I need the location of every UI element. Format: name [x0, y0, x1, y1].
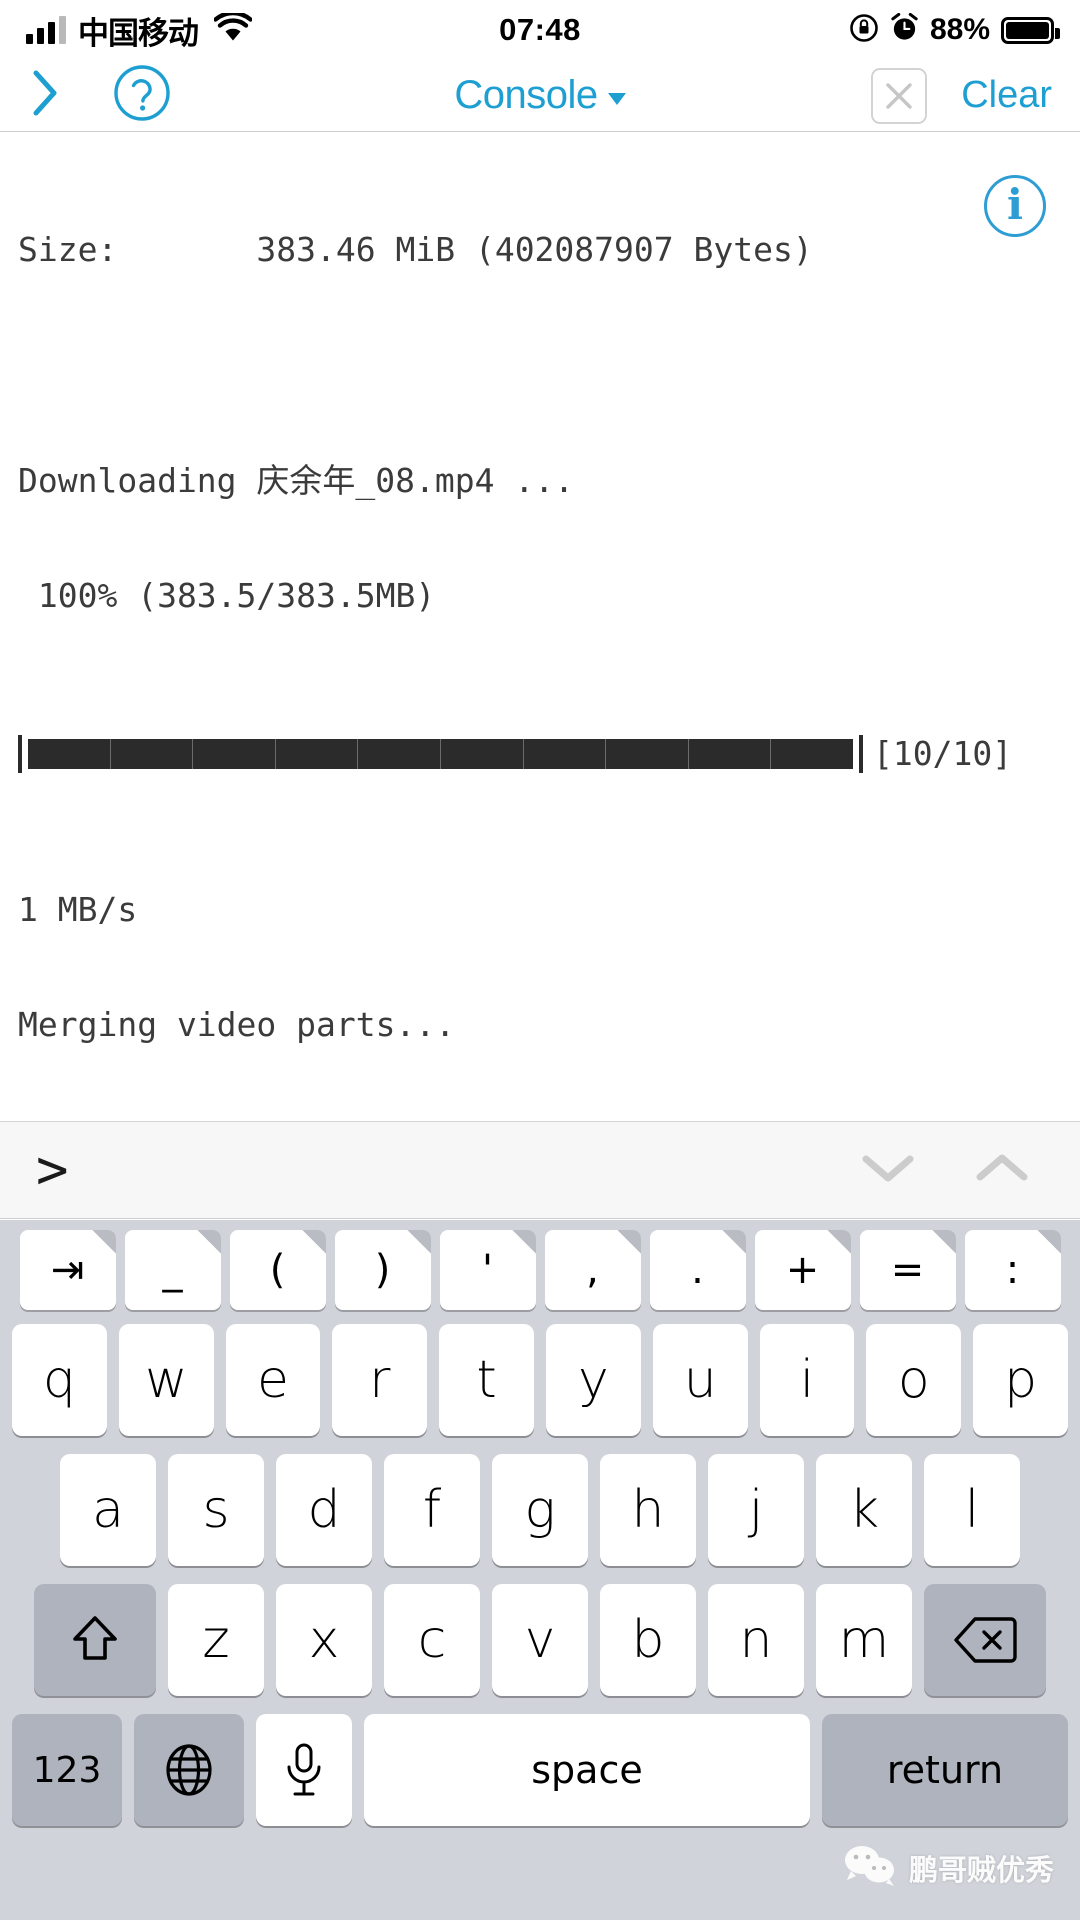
shift-arrow-icon[interactable]	[34, 1584, 156, 1696]
keyboard-row-zxcv: z x c v b n m	[6, 1584, 1074, 1696]
key-z[interactable]: z	[168, 1584, 264, 1696]
progress-count-label: [10/10]	[873, 733, 1013, 773]
alarm-clock-icon	[890, 12, 919, 47]
key-n[interactable]: n	[708, 1584, 804, 1696]
backspace-delete-icon[interactable]	[924, 1584, 1046, 1696]
key-w[interactable]: w	[118, 1324, 214, 1436]
console-output[interactable]: i Size: 383.46 MiB (402087907 Bytes) Dow…	[0, 133, 1080, 1121]
key-k[interactable]: k	[816, 1454, 912, 1566]
clear-button[interactable]: Clear	[961, 74, 1052, 117]
progress-segments	[28, 739, 853, 769]
key-u[interactable]: u	[652, 1324, 748, 1436]
on-screen-keyboard[interactable]: ⇥ _ ( ) ' , . + = : q w e r t y u i o p …	[0, 1220, 1080, 1920]
console-lines: Size: 383.46 MiB (402087907 Bytes) Downl…	[18, 133, 1062, 1121]
key-t[interactable]: t	[439, 1324, 534, 1436]
key-c[interactable]: c	[384, 1584, 480, 1696]
key-apostrophe[interactable]: '	[439, 1230, 536, 1310]
key-e[interactable]: e	[225, 1324, 321, 1436]
key-return[interactable]: return	[822, 1714, 1068, 1826]
keyboard-symbol-row: ⇥ _ ( ) ' , . + = :	[6, 1230, 1074, 1310]
key-a[interactable]: a	[60, 1454, 156, 1566]
progress-cap-right	[859, 735, 863, 773]
key-q[interactable]: q	[12, 1324, 107, 1436]
key-j[interactable]: j	[708, 1454, 804, 1566]
status-bar-left: 中国移动	[26, 8, 253, 53]
keyboard-row-qwerty: q w e r t y u i o p	[6, 1324, 1074, 1436]
console-input-bar[interactable]: >	[0, 1121, 1080, 1219]
globe-language-icon[interactable]	[134, 1714, 244, 1826]
progress-fill	[28, 739, 853, 769]
key-h[interactable]: h	[600, 1454, 696, 1566]
key-o[interactable]: o	[866, 1324, 962, 1436]
key-period[interactable]: .	[649, 1230, 746, 1310]
key-l[interactable]: l	[924, 1454, 1020, 1566]
battery-icon	[1001, 16, 1060, 44]
info-circle-icon[interactable]: i	[984, 175, 1046, 237]
watermark-label: 鹏哥贼优秀	[908, 1852, 1054, 1887]
chevron-down-icon[interactable]	[860, 1151, 916, 1190]
battery-percent-label: 88%	[929, 13, 990, 46]
key-equals[interactable]: =	[859, 1230, 956, 1310]
key-g[interactable]: g	[492, 1454, 588, 1566]
progress-cap-left	[18, 735, 22, 773]
wifi-icon	[213, 10, 253, 48]
chevron-down-icon	[607, 92, 626, 105]
status-bar: 中国移动 07:48 88%	[0, 0, 1080, 60]
key-r[interactable]: r	[332, 1324, 428, 1436]
console-line-speed: 1 MB/s	[18, 889, 138, 929]
navigation-left-group	[28, 63, 172, 128]
page-title: Console	[454, 73, 598, 117]
download-progress-bar: [10/10]	[18, 733, 1062, 775]
key-underscore[interactable]: _	[124, 1230, 221, 1310]
chevron-up-icon[interactable]	[974, 1151, 1030, 1190]
key-plus[interactable]: +	[754, 1230, 851, 1310]
key-d[interactable]: d	[276, 1454, 372, 1566]
key-y[interactable]: y	[546, 1324, 641, 1436]
navigation-bar: Console Clear	[0, 60, 1080, 132]
key-comma[interactable]: ,	[544, 1230, 641, 1310]
chevron-right-icon[interactable]	[28, 67, 62, 124]
key-p[interactable]: p	[973, 1324, 1068, 1436]
keyboard-row-bottom: 123 space return	[6, 1714, 1074, 1826]
console-line-size: Size: 383.46 MiB (402087907 Bytes)	[18, 229, 813, 269]
key-i[interactable]: i	[759, 1324, 855, 1436]
key-numbers-toggle[interactable]: 123	[12, 1714, 122, 1826]
close-x-icon[interactable]	[871, 67, 928, 124]
console-line-percent: 100% (383.5/383.5MB)	[18, 576, 436, 615]
wechat-watermark: 鹏哥贼优秀	[843, 1843, 1054, 1892]
key-b[interactable]: b	[600, 1584, 696, 1696]
key-v[interactable]: v	[492, 1584, 588, 1696]
key-space[interactable]: space	[364, 1714, 810, 1826]
carrier-label: 中国移动	[78, 15, 199, 52]
key-m[interactable]: m	[816, 1584, 912, 1696]
microphone-icon[interactable]	[256, 1714, 352, 1826]
navigation-right-group: Clear	[871, 67, 1052, 124]
console-line-merging: Merging video parts...	[18, 1005, 456, 1044]
key-paren-close[interactable]: )	[334, 1230, 431, 1310]
keyboard-row-asdf: a s d f g h j k l	[6, 1454, 1074, 1566]
question-circle-icon[interactable]	[112, 63, 172, 128]
key-tab[interactable]: ⇥	[19, 1230, 116, 1310]
key-colon[interactable]: :	[964, 1230, 1061, 1310]
status-bar-right: 88%	[849, 12, 1060, 48]
progress-track	[18, 735, 863, 773]
key-paren-open[interactable]: (	[229, 1230, 326, 1310]
console-line-downloading: Downloading 庆余年_08.mp4 ...	[18, 460, 574, 500]
prompt-chevron-icon: >	[36, 1138, 69, 1201]
key-s[interactable]: s	[168, 1454, 264, 1566]
key-x[interactable]: x	[276, 1584, 372, 1696]
signal-bars-icon	[26, 16, 66, 44]
key-f[interactable]: f	[384, 1454, 480, 1566]
wechat-icon	[843, 1843, 899, 1892]
history-arrows-group	[860, 1151, 1044, 1190]
rotation-lock-icon	[849, 13, 879, 48]
